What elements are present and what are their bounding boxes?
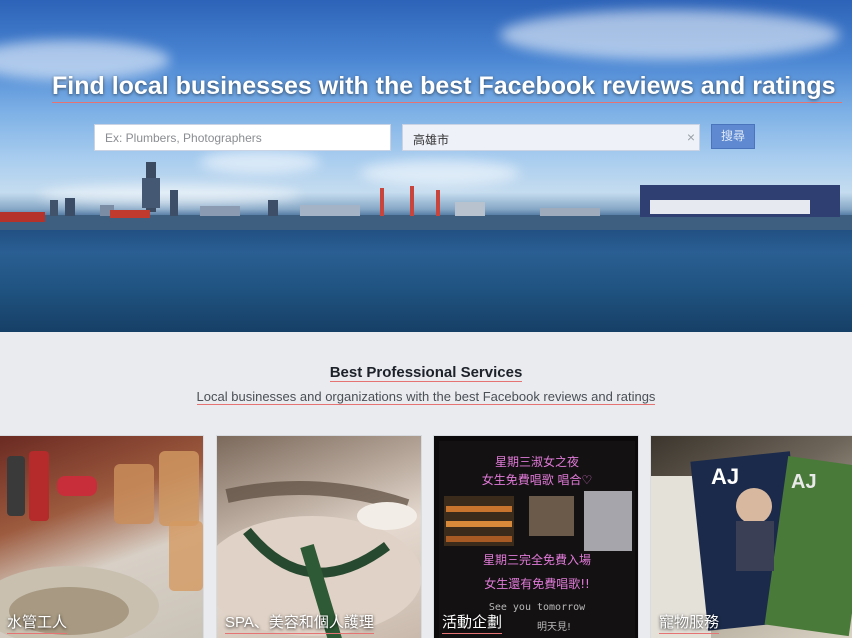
cloud bbox=[500, 10, 840, 60]
search-what-input[interactable]: Ex: Plumbers, Photographers bbox=[94, 124, 391, 151]
category-label[interactable]: SPA、美容和個人護理 bbox=[225, 611, 374, 634]
poster-line: 星期三完全免費入場 bbox=[483, 552, 591, 567]
hero-title: Find local businesses with the best Face… bbox=[52, 72, 842, 103]
category-card-pets[interactable]: AJ AJ 寵物服務 bbox=[650, 435, 852, 638]
city-skyline bbox=[0, 162, 852, 230]
clear-icon[interactable]: × bbox=[687, 129, 695, 145]
hero-banner: Find local businesses with the best Face… bbox=[0, 0, 852, 332]
poster-line: 星期三淑女之夜 bbox=[495, 454, 579, 469]
poster-line: 明天見! bbox=[537, 621, 571, 633]
section-subtitle: Local businesses and organizations with … bbox=[196, 389, 656, 405]
poster-line: See you tomorrow bbox=[489, 602, 586, 613]
category-card-events[interactable]: 星期三淑女之夜 女生免費唱歌 唱合♡ 星期三完全免費入場 女生還有免費唱歌!! … bbox=[433, 435, 639, 638]
search-what-placeholder: Ex: Plumbers, Photographers bbox=[105, 131, 262, 145]
event-poster-photo: 星期三淑女之夜 女生免費唱歌 唱合♡ 星期三完全免費入場 女生還有免費唱歌!! … bbox=[439, 441, 635, 638]
search-location-value: 高雄市 bbox=[413, 133, 450, 147]
category-label[interactable]: 寵物服務 bbox=[659, 611, 720, 634]
category-card-spa[interactable]: SPA、美容和個人護理 bbox=[216, 435, 422, 638]
magazine-logo-text: AJ bbox=[711, 464, 739, 489]
category-card-plumbers[interactable]: 水管工人 bbox=[0, 435, 204, 638]
magazine-logo-text: AJ bbox=[791, 471, 817, 493]
eyelash-photo bbox=[217, 481, 421, 638]
category-label[interactable]: 水管工人 bbox=[7, 611, 68, 634]
search-location-input[interactable]: 高雄市 × bbox=[402, 124, 700, 151]
section-title[interactable]: Best Professional Services bbox=[329, 364, 523, 382]
plumbing-photo bbox=[0, 451, 203, 638]
poster-line: 女生還有免費唱歌!! bbox=[484, 576, 590, 591]
search-button[interactable]: 搜尋 bbox=[711, 124, 755, 149]
magazine-photo: AJ AJ bbox=[651, 451, 852, 638]
section-subtitle-row: Local businesses and organizations with … bbox=[0, 388, 852, 406]
poster-line: 女生免費唱歌 唱合♡ bbox=[482, 472, 593, 487]
category-label[interactable]: 活動企劃 bbox=[442, 611, 503, 634]
section-title-row: Best Professional Services bbox=[0, 364, 852, 382]
